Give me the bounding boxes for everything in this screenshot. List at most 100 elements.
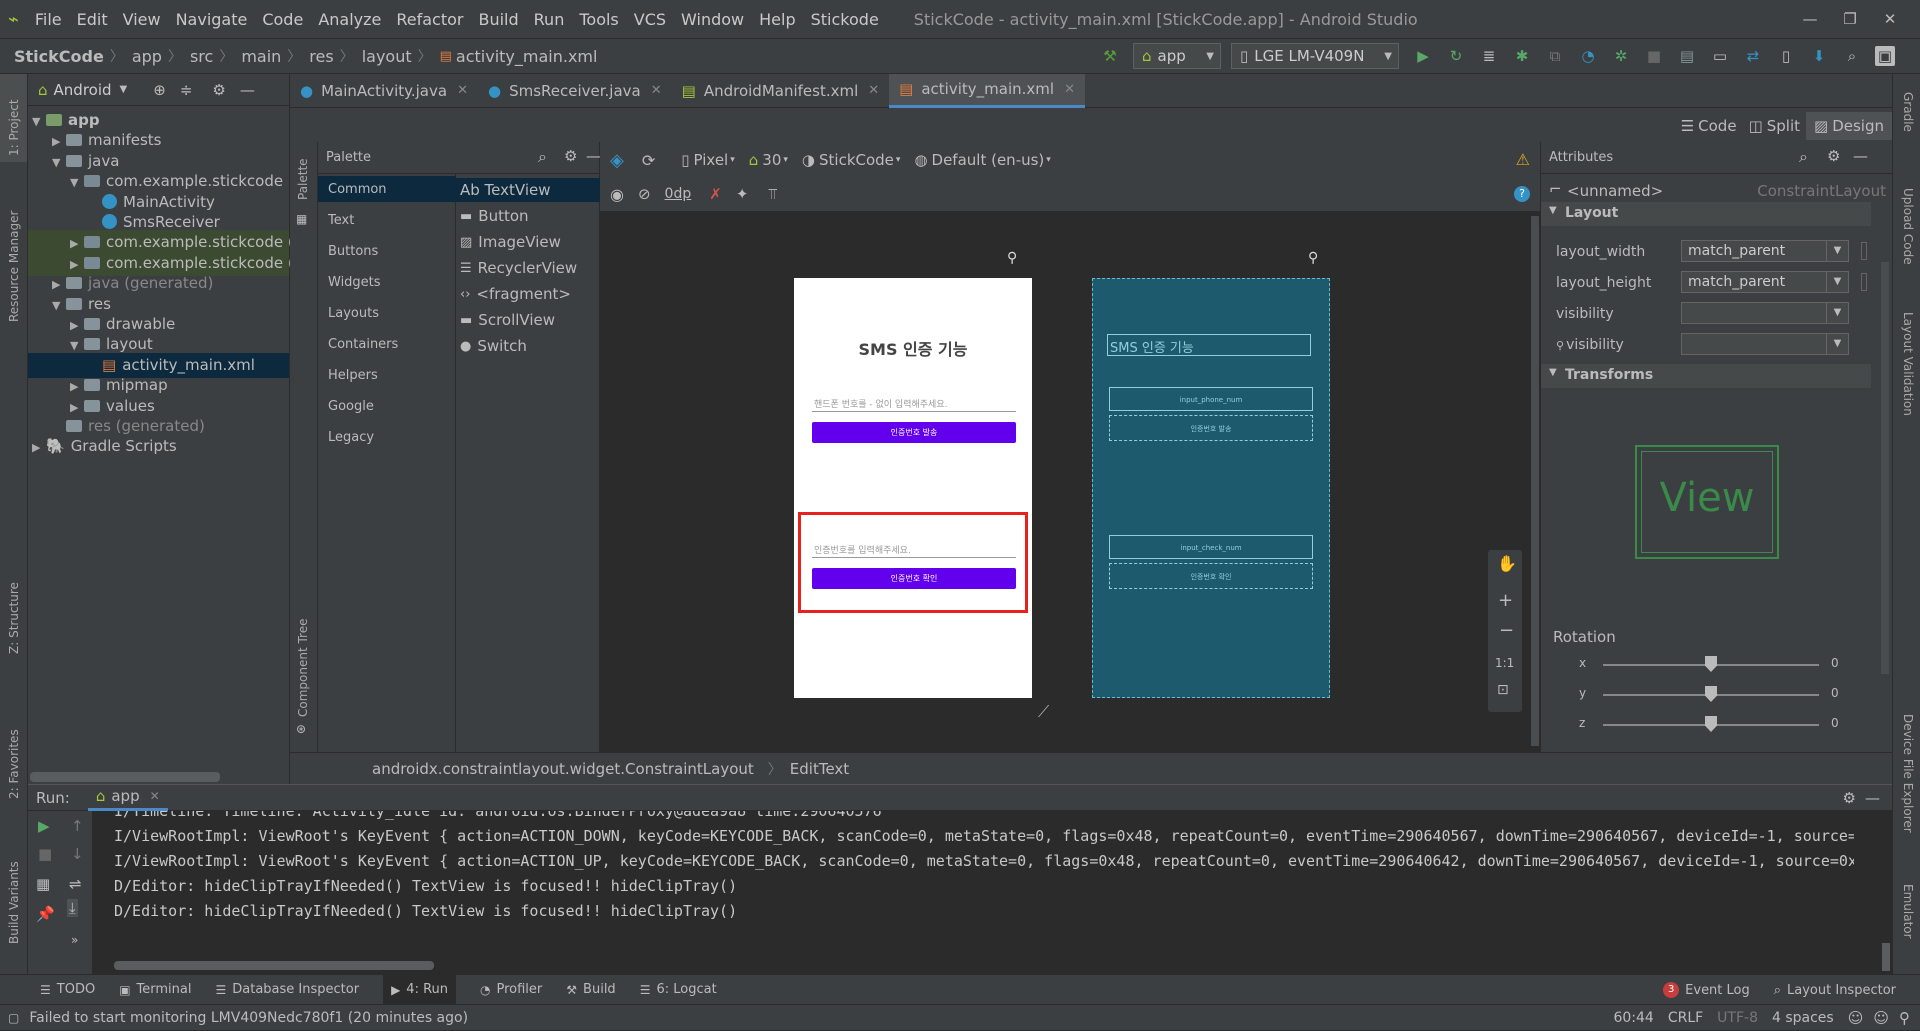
default-margin-select[interactable]: 0dp: [665, 186, 692, 202]
code-view-button[interactable]: ☰ Code: [1675, 117, 1743, 135]
warning-icon[interactable]: ⚠: [1516, 150, 1530, 169]
memory-icon[interactable]: ☺: [1873, 1009, 1889, 1027]
run-vertical-scrollbar[interactable]: [1882, 943, 1890, 971]
gear-icon[interactable]: ⚙: [212, 81, 225, 99]
stop-icon[interactable]: ■: [1644, 46, 1664, 66]
close-icon[interactable]: ✕: [651, 83, 662, 98]
debug-icon[interactable]: ✱: [1512, 46, 1532, 66]
minimize-icon[interactable]: —: [1790, 10, 1830, 28]
blueprint-check-input[interactable]: input_check_num: [1109, 535, 1313, 559]
menu-code[interactable]: Code: [262, 10, 303, 29]
close-icon[interactable]: ✕: [457, 83, 468, 98]
close-icon[interactable]: ✕: [1064, 82, 1075, 97]
menu-build[interactable]: Build: [478, 10, 518, 29]
breadcrumb-item[interactable]: res: [309, 47, 333, 66]
breadcrumb-item[interactable]: StickCode: [14, 47, 104, 66]
phone-number-input[interactable]: 핸드폰 번호를 - 없이 입력해주세요.: [812, 394, 1016, 412]
confirm-code-button[interactable]: 인증번호 확인: [812, 568, 1016, 589]
design-view-button[interactable]: ▨ Design: [1806, 112, 1892, 140]
sdk-manager-icon[interactable]: ⬇: [1809, 46, 1829, 66]
zoom-actual-size[interactable]: 1:1: [1495, 656, 1514, 670]
gear-icon[interactable]: ⚙: [1843, 789, 1856, 807]
gradle-tool-label[interactable]: Gradle: [1901, 92, 1915, 132]
up-arrow-icon[interactable]: ↑: [71, 817, 84, 835]
resource-picker-icon[interactable]: [1861, 242, 1867, 260]
run-tab-app[interactable]: ⌂ app ✕: [87, 785, 168, 811]
breadcrumb-item[interactable]: layout: [362, 47, 412, 66]
blueprint-preview[interactable]: SMS 인증 기능 input_phone_num 인증번호 발송 input_…: [1092, 278, 1330, 698]
help-icon[interactable]: ?: [1514, 186, 1530, 202]
attribute-value-select[interactable]: ▼: [1681, 333, 1849, 355]
device-icon[interactable]: ▯: [681, 151, 689, 169]
infer-constraints-icon[interactable]: ✦: [736, 185, 749, 203]
run-icon[interactable]: ▶: [1413, 46, 1433, 66]
gear-icon[interactable]: ⚙: [1827, 147, 1840, 165]
apply-code-changes-icon[interactable]: ≣: [1479, 46, 1499, 66]
slider-thumb[interactable]: [1705, 656, 1717, 672]
blueprint-title[interactable]: SMS 인증 기능: [1107, 334, 1311, 356]
rerun-icon[interactable]: ▶: [38, 817, 50, 835]
send-code-button[interactable]: 인증번호 발송: [812, 422, 1016, 443]
attach-debugger-icon[interactable]: ⧉: [1545, 46, 1565, 66]
bottom-tab[interactable]: ☰ 6: Logcat: [640, 982, 717, 997]
magnet-off-icon[interactable]: ⊘: [638, 185, 651, 203]
profile-icon[interactable]: ◔: [1578, 46, 1598, 66]
attribute-value-select[interactable]: match_parent ▼: [1681, 240, 1849, 262]
soft-wrap-icon[interactable]: ⇌: [69, 875, 82, 893]
device-select[interactable]: Pixel: [694, 151, 729, 169]
collapse-all-icon[interactable]: ≑: [180, 81, 193, 99]
palette-item[interactable]: ‹› <fragment>: [460, 282, 571, 306]
project-structure-icon[interactable]: ▤: [1677, 46, 1697, 66]
hide-run-icon[interactable]: —: [1865, 789, 1880, 807]
breadcrumb-item[interactable]: activity_main.xml: [456, 47, 598, 66]
project-tool-label[interactable]: 1: Project: [7, 99, 21, 156]
palette-item[interactable]: ▬ Button: [460, 204, 529, 228]
coverage-icon[interactable]: ✲: [1611, 46, 1631, 66]
phone-preview[interactable]: SMS 인증 기능 핸드폰 번호를 - 없이 입력해주세요. 인증번호 발송 인…: [794, 278, 1032, 698]
orientation-icon[interactable]: ⟳: [642, 151, 655, 170]
gear-icon[interactable]: ⚙: [564, 147, 577, 165]
menu-edit[interactable]: Edit: [77, 10, 108, 29]
menu-window[interactable]: Window: [681, 10, 744, 29]
more-icon[interactable]: »: [71, 933, 78, 947]
apply-changes-icon[interactable]: ↻: [1446, 46, 1466, 66]
resize-handle-icon[interactable]: ⟋: [1038, 702, 1049, 722]
title-textview[interactable]: SMS 인증 기능: [794, 336, 1032, 360]
breadcrumb-item[interactable]: src: [190, 47, 213, 66]
layout-section-header[interactable]: ▼ Layout: [1541, 202, 1871, 226]
notifications-icon[interactable]: ⚲: [1899, 1009, 1910, 1027]
bottom-tab[interactable]: ▶ 4: Run: [383, 974, 457, 1005]
event-log-button[interactable]: 3 Event Log: [1663, 982, 1750, 998]
zoom-fit-icon[interactable]: ⊡: [1497, 682, 1509, 698]
menu-tools[interactable]: Tools: [579, 10, 618, 29]
menu-vcs[interactable]: VCS: [634, 10, 666, 29]
chevron-right-icon[interactable]: ▶: [32, 435, 46, 460]
chevron-down-icon[interactable]: ▼: [120, 84, 128, 95]
project-view-select[interactable]: Android: [54, 81, 112, 99]
pin-icon[interactable]: 📌: [36, 905, 55, 923]
sync-gradle-icon[interactable]: ▭: [1710, 46, 1730, 66]
guidelines-icon[interactable]: ⫪: [768, 185, 776, 203]
palette-item[interactable]: Ab TextView: [456, 178, 600, 202]
slider-thumb[interactable]: [1705, 686, 1717, 702]
down-arrow-icon[interactable]: ↓: [71, 845, 84, 863]
attribute-value-select[interactable]: match_parent ▼: [1681, 271, 1849, 293]
line-separator[interactable]: CRLF: [1668, 1010, 1703, 1026]
stop-icon[interactable]: ■: [38, 845, 52, 863]
palette-item[interactable]: ▬ ScrollView: [460, 308, 555, 332]
rotation-slider[interactable]: [1603, 716, 1819, 732]
tree-item[interactable]: ▶ 🐘 Gradle Scripts: [28, 434, 289, 459]
device-manager-icon[interactable]: ▯: [1776, 46, 1796, 66]
tab-mainactivity-java[interactable]: ● MainActivity.java ✕: [290, 74, 478, 108]
api-select[interactable]: 30: [762, 151, 781, 169]
blueprint-phone-input[interactable]: input_phone_num: [1109, 387, 1313, 411]
attribute-value-select[interactable]: ▼: [1681, 302, 1849, 324]
zoom-in-icon[interactable]: +: [1498, 590, 1513, 611]
zoom-out-icon[interactable]: −: [1499, 620, 1514, 641]
build-variants-label[interactable]: Build Variants: [7, 861, 21, 944]
transforms-section-header[interactable]: ▼ Transforms: [1541, 364, 1871, 388]
breadcrumb-item[interactable]: main: [241, 47, 281, 66]
tab-activity-main-xml[interactable]: ▤ activity_main.xml ✕: [889, 73, 1085, 108]
layout-validation-tool-label[interactable]: Layout Validation: [1901, 312, 1915, 416]
avd-manager-icon[interactable]: ⇄: [1743, 46, 1763, 66]
